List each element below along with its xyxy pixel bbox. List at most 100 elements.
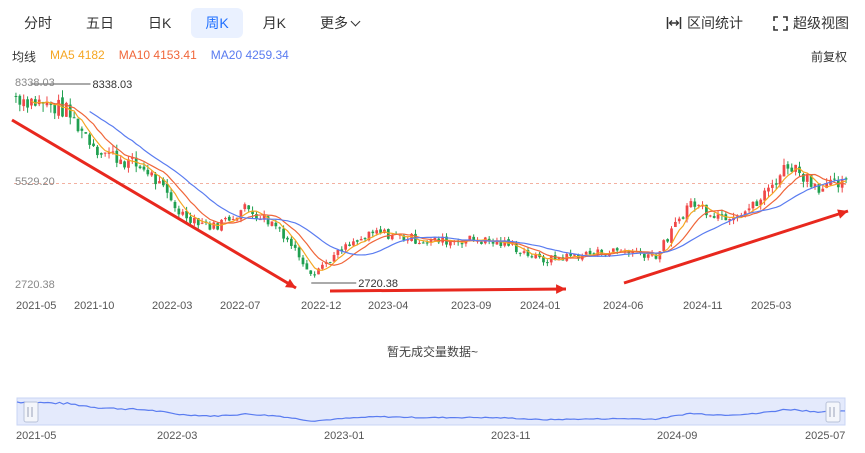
candle-body — [693, 201, 697, 207]
x-tick: 2023-04 — [368, 300, 409, 312]
candle-body — [193, 217, 196, 224]
candle-body — [336, 249, 340, 255]
candle-body — [371, 231, 375, 234]
candle-body — [588, 250, 592, 255]
ma5-line — [31, 100, 847, 271]
nav-handle-left — [23, 401, 39, 423]
candle-body — [293, 244, 297, 248]
candle-body — [833, 178, 836, 180]
candle-body — [670, 228, 673, 243]
candle-body — [96, 146, 99, 156]
low-annotation: 2720.38 — [358, 278, 398, 290]
candle-body — [375, 230, 379, 234]
candle-body — [270, 221, 274, 226]
candle-body — [642, 253, 646, 258]
candle-body — [805, 174, 809, 182]
candle-body — [546, 262, 549, 264]
nav-tick: 2025-07 — [805, 430, 846, 442]
candle-body — [84, 132, 88, 134]
trend-arrow-flat-head — [556, 284, 566, 294]
candle-body — [584, 251, 588, 255]
candle-body — [309, 270, 313, 274]
candle-body — [243, 204, 247, 210]
candle-body — [491, 241, 495, 244]
x-tick: 2023-09 — [451, 300, 492, 312]
candle-body — [138, 166, 142, 169]
candle-body — [767, 187, 770, 192]
candle-body — [22, 99, 26, 107]
nav-tick: 2024-09 — [657, 430, 698, 442]
candle-body — [615, 248, 619, 251]
candle-body — [771, 184, 774, 188]
candle-body — [460, 243, 464, 245]
candle-body — [297, 247, 301, 258]
candle-body — [763, 190, 766, 201]
candle-body — [212, 222, 216, 229]
candle-body — [359, 238, 363, 241]
candle-body — [26, 99, 29, 108]
candle-body — [646, 254, 650, 258]
nav-selection — [16, 397, 846, 426]
candle-body — [344, 244, 348, 250]
candle-body — [328, 262, 332, 264]
candle-body — [522, 251, 526, 253]
candle-body — [677, 218, 681, 222]
y-label-bottom: 2720.38 — [15, 279, 55, 291]
candle-body — [674, 221, 677, 227]
candle-body — [518, 252, 522, 254]
candle-body — [386, 229, 390, 239]
candle-body — [712, 216, 716, 218]
candle-body — [286, 237, 289, 240]
candle-body — [790, 167, 794, 172]
candle-body — [53, 104, 57, 114]
candle-body — [99, 153, 103, 155]
candle-body — [80, 128, 84, 131]
candle-body — [321, 264, 324, 269]
candle-body — [200, 222, 204, 224]
candle-body — [348, 244, 351, 246]
candle-body — [177, 208, 181, 215]
candle-body — [313, 274, 316, 276]
candle-body — [611, 248, 615, 252]
candle-body — [332, 254, 336, 262]
y-label-mid: 5529.20 — [15, 176, 55, 188]
candle-body — [92, 143, 95, 147]
candle-body — [88, 134, 91, 145]
x-tick: 2021-10 — [74, 300, 115, 312]
candle-body — [150, 172, 154, 176]
candle-body — [352, 241, 355, 246]
candle-body — [363, 238, 367, 240]
x-tick: 2024-06 — [603, 300, 644, 312]
candle-body — [169, 192, 173, 201]
candle-body — [421, 242, 425, 244]
candle-body — [662, 240, 666, 251]
candle-body — [755, 201, 759, 206]
trend-arrow-up-head — [837, 209, 848, 219]
candle-body — [418, 242, 421, 245]
candle-body — [227, 216, 231, 221]
x-tick: 2024-11 — [683, 300, 723, 312]
candle-body — [774, 183, 778, 185]
candle-body — [689, 201, 693, 208]
candle-body — [425, 242, 429, 244]
high-annotation: 8338.03 — [93, 79, 133, 91]
nav-tick: 2023-11 — [491, 430, 531, 442]
kline-chart[interactable]: 8338.03 2720.38 — [0, 0, 865, 300]
candle-body — [697, 204, 701, 206]
candle-body — [666, 239, 669, 242]
candle-body — [782, 165, 786, 177]
candle-body — [747, 208, 751, 211]
candle-body — [72, 117, 76, 119]
candle-body — [181, 211, 185, 215]
candle-body — [278, 227, 282, 229]
x-tick: 2021-05 — [16, 300, 57, 312]
x-tick: 2025-03 — [751, 300, 792, 312]
x-tick: 2022-07 — [220, 300, 261, 312]
nav-tick: 2021-05 — [16, 430, 57, 442]
candle-body — [189, 216, 192, 223]
candle-body — [123, 161, 126, 168]
candle-body — [786, 164, 790, 169]
candle-body — [480, 242, 483, 244]
candle-body — [282, 228, 285, 239]
candle-body — [173, 201, 177, 209]
